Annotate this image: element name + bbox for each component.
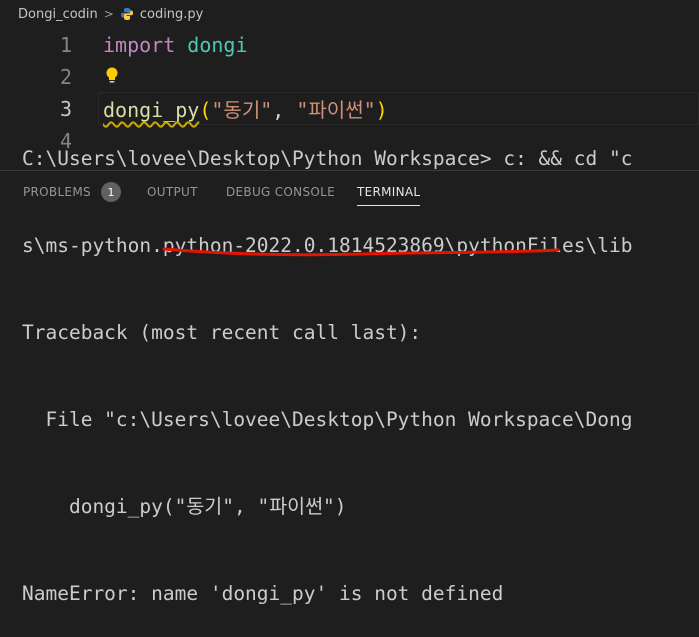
line-number: 1 — [59, 32, 72, 57]
terminal-line: File "c:\Users\lovee\Desktop\Python Work… — [22, 408, 633, 431]
lightbulb-icon[interactable] — [103, 66, 121, 86]
breadcrumb: Dongi_codin > coding.py — [0, 0, 699, 28]
code-text: import dongi — [103, 33, 248, 57]
terminal-line: NameError: name 'dongi_py' is not define… — [22, 582, 504, 605]
terminal-line: dongi_py("동기", "파이썬") — [22, 495, 347, 518]
terminal-output[interactable]: C:\Users\lovee\Desktop\Python Workspace>… — [22, 86, 699, 637]
keyword-import: import — [103, 32, 176, 57]
terminal-line: C:\Users\lovee\Desktop\Python Workspace>… — [22, 147, 633, 170]
terminal-line: Traceback (most recent call last): — [22, 321, 422, 344]
line-number: 2 — [59, 64, 72, 89]
breadcrumb-file[interactable]: coding.py — [140, 7, 204, 22]
breadcrumb-folder[interactable]: Dongi_codin — [18, 7, 98, 22]
python-icon — [120, 7, 134, 21]
module-name: dongi — [187, 32, 248, 57]
breadcrumb-separator: > — [103, 7, 114, 21]
code-line-1: 1 import dongi — [0, 28, 699, 61]
red-underline-annotation — [162, 247, 560, 257]
